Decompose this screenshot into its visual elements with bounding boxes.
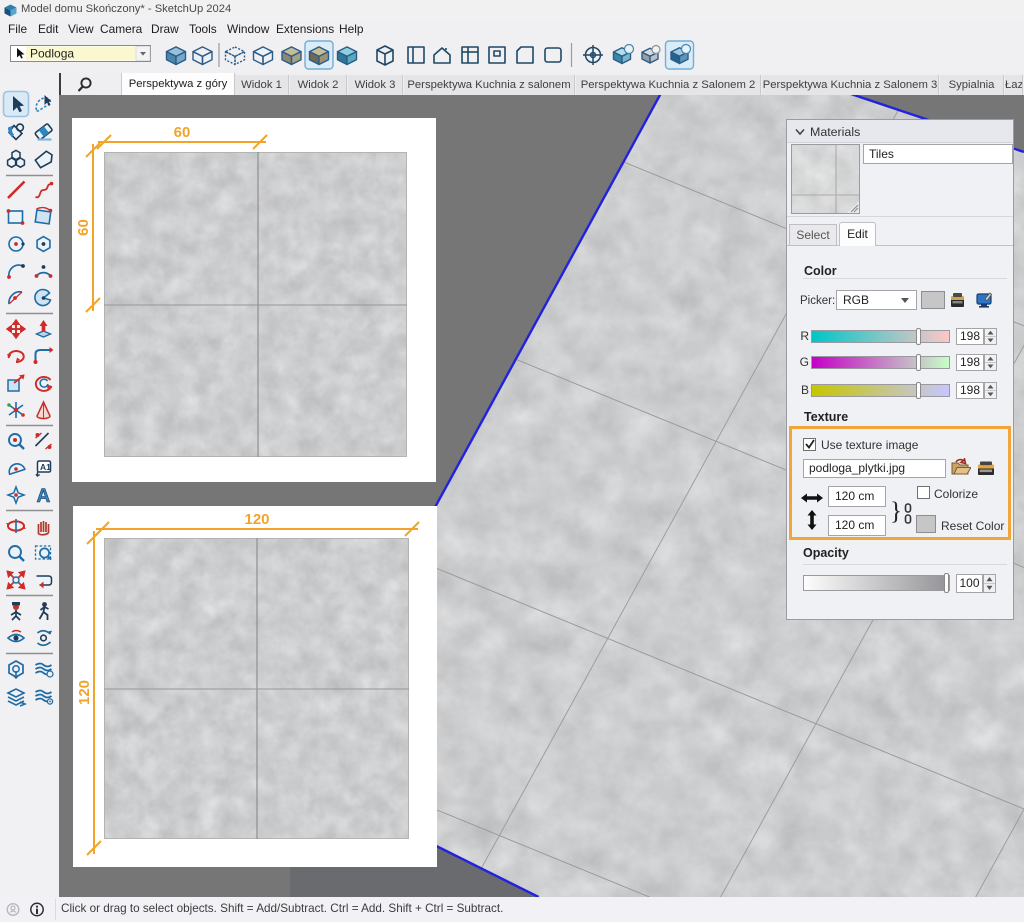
- svg-text:120: 120: [244, 511, 269, 528]
- svg-text:60: 60: [174, 124, 191, 141]
- svg-text:A1: A1: [40, 462, 51, 472]
- svg-text:60: 60: [75, 219, 92, 236]
- svg-text:120: 120: [76, 680, 93, 705]
- svg-text:A: A: [37, 486, 51, 507]
- svg-text:Podloga: Podloga: [30, 47, 74, 61]
